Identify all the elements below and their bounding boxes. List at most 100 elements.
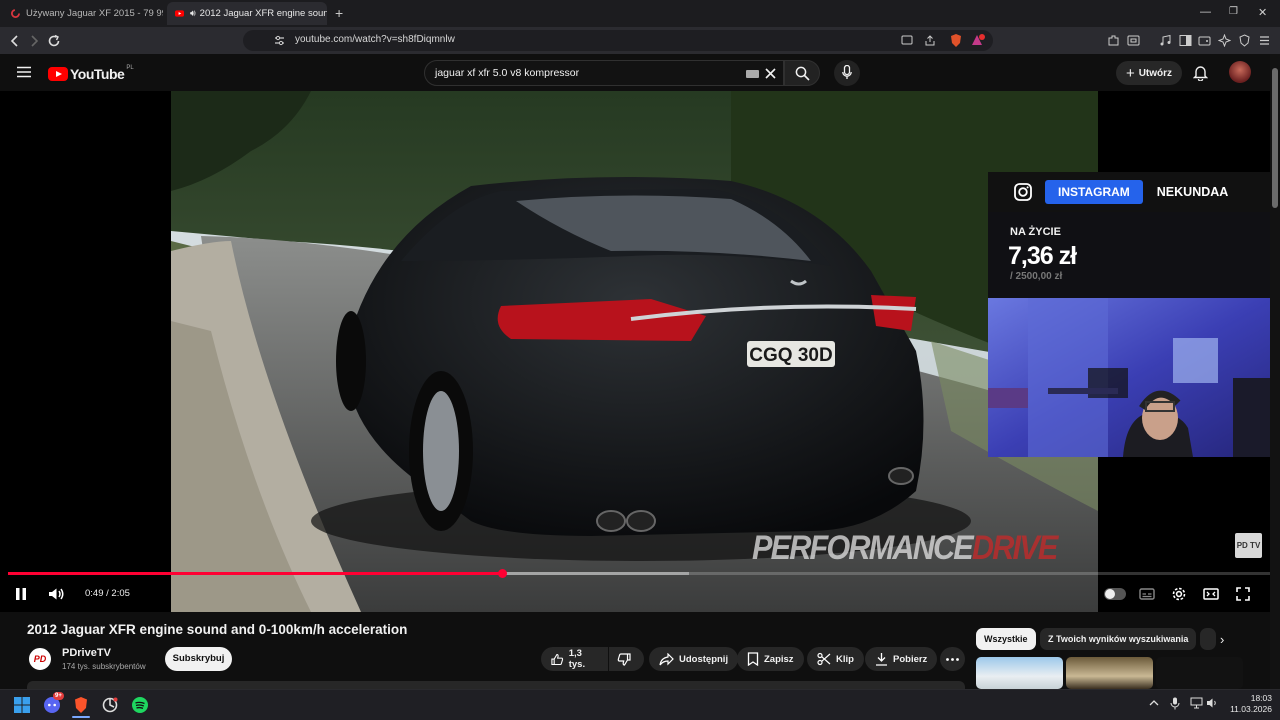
windows-taskbar: [0, 689, 1280, 720]
instagram-label: INSTAGRAM: [1045, 180, 1143, 204]
extensions-icon[interactable]: [1107, 34, 1120, 47]
donation-amount: 7,36 zł: [1008, 242, 1077, 270]
channel-name[interactable]: PDriveTV: [62, 647, 111, 659]
clear-search-icon[interactable]: [765, 68, 776, 79]
microphone-icon: [842, 65, 852, 79]
sidebar-icon[interactable]: [1179, 34, 1192, 47]
restore-icon[interactable]: ❐: [1229, 6, 1238, 17]
download-button[interactable]: Pobierz: [865, 647, 938, 671]
url-text: youtube.com/watch?v=sh8fDiqmnlw: [295, 34, 455, 45]
clock-time: 18:03: [1250, 693, 1272, 703]
download-label: Pobierz: [893, 653, 928, 665]
search-button[interactable]: [784, 60, 820, 86]
volume-icon[interactable]: [47, 585, 65, 603]
chevron-right-icon[interactable]: ›: [1220, 632, 1224, 647]
thumbs-down-icon: [617, 652, 631, 666]
spotify-icon[interactable]: [130, 695, 150, 715]
steelseries-icon[interactable]: [100, 695, 120, 715]
new-tab-button[interactable]: +: [335, 5, 343, 21]
instagram-username: NEKUNDAA: [1156, 185, 1229, 199]
browser-toolbar: youtube.com/watch?v=sh8fDiqmnlw: [0, 27, 1280, 54]
chip-all[interactable]: Wszystkie: [976, 628, 1036, 650]
donation-goal-widget: NA ŻYCIE 7,36 zł / 2500,00 zł: [988, 212, 1270, 298]
cast-icon[interactable]: [901, 35, 913, 46]
theater-mode-icon[interactable]: [1202, 585, 1220, 603]
share-button[interactable]: Udostępnij: [649, 647, 739, 671]
browser-tab-youtube-video[interactable]: 🔊︎ 2012 Jaguar XFR engine sound ✕: [167, 2, 327, 25]
brave-rewards-icon[interactable]: [970, 33, 986, 48]
channel-avatar[interactable]: PD: [27, 646, 53, 672]
tray-overflow-chevron-icon[interactable]: [1149, 699, 1159, 707]
reload-icon[interactable]: [45, 32, 63, 50]
autoplay-toggle[interactable]: [1104, 588, 1126, 600]
dislike-button[interactable]: [609, 647, 644, 671]
back-icon[interactable]: [6, 32, 24, 50]
keyboard-icon[interactable]: [746, 70, 759, 78]
search-input[interactable]: jaguar xf xfr 5.0 v8 kompressor: [424, 60, 784, 86]
settings-gear-icon[interactable]: [1170, 585, 1188, 603]
speaker-icon[interactable]: 🔊︎: [190, 8, 196, 19]
time-display[interactable]: 0:49 / 2:05: [77, 583, 138, 604]
like-button[interactable]: 1,3 tys.: [541, 647, 608, 671]
create-button[interactable]: + Utwórz: [1116, 61, 1182, 85]
page-scrollbar[interactable]: [1270, 54, 1280, 689]
forward-icon[interactable]: [25, 32, 43, 50]
scrollbar-thumb[interactable]: [1272, 68, 1278, 208]
donation-label: NA ŻYCIE: [1010, 226, 1061, 238]
performancedrive-watermark: PERFORMANCEDRIVE: [752, 529, 1058, 568]
save-label: Zapisz: [764, 653, 794, 665]
brave-shields-icon[interactable]: [949, 33, 963, 48]
menu-icon[interactable]: [1258, 34, 1271, 47]
more-actions-button[interactable]: [940, 647, 965, 671]
address-bar[interactable]: youtube.com/watch?v=sh8fDiqmnlw: [243, 30, 993, 51]
screenshot-icon[interactable]: [1127, 34, 1140, 47]
recommended-thumbnail[interactable]: [976, 657, 1063, 689]
description-box[interactable]: [27, 681, 965, 689]
network-icon[interactable]: [1190, 697, 1203, 709]
volume-tray-icon[interactable]: [1206, 697, 1219, 709]
brave-browser-icon[interactable]: [71, 695, 91, 715]
youtube-logo[interactable]: YouTube PL: [48, 65, 134, 82]
recommended-thumbnail[interactable]: [1156, 657, 1243, 689]
brand-perf: PERFORMANCE: [752, 529, 974, 567]
video-player[interactable]: CGQ 30D PERFORMANCEDRIVE INSTAGRAM NEKUN…: [0, 91, 1270, 612]
instagram-bar: INSTAGRAM NEKUNDAA: [988, 172, 1270, 212]
chip-from-search[interactable]: Z Twoich wyników wyszukiwania: [1040, 628, 1197, 650]
clip-button[interactable]: Klip: [807, 647, 864, 671]
wallet-icon[interactable]: [1198, 34, 1211, 47]
channel-watermark[interactable]: PD TV: [1235, 533, 1262, 558]
donation-goal: / 2500,00 zł: [1010, 271, 1063, 282]
chip-next-partial[interactable]: [1200, 628, 1216, 650]
like-count: 1,3 tys.: [568, 648, 586, 670]
subtitles-icon[interactable]: [1138, 585, 1156, 603]
system-clock[interactable]: 18:03 11.03.2026: [1220, 693, 1272, 715]
subscribe-button[interactable]: Subskrybuj: [165, 647, 232, 671]
voice-search-button[interactable]: [834, 60, 860, 86]
notifications-bell-icon[interactable]: [1193, 65, 1208, 81]
scissors-icon: [817, 652, 831, 666]
minimize-icon[interactable]: —: [1200, 6, 1211, 18]
pause-icon[interactable]: [12, 585, 30, 603]
media-icon[interactable]: [1159, 34, 1172, 47]
windows-start-icon[interactable]: [12, 695, 32, 715]
youtube-favicon-icon: [175, 10, 184, 17]
site-settings-icon[interactable]: [274, 35, 285, 46]
search-query: jaguar xf xfr 5.0 v8 kompressor: [435, 67, 580, 79]
browser-tab-jaguar-listing[interactable]: Używany Jaguar XF 2015 - 79 999 PLN: [3, 2, 163, 25]
account-avatar[interactable]: [1229, 61, 1251, 83]
fullscreen-icon[interactable]: [1234, 585, 1252, 603]
share-page-icon[interactable]: [924, 35, 936, 46]
otomoto-favicon-icon: [11, 9, 20, 18]
clock-date: 11.03.2026: [1230, 704, 1272, 714]
discord-badge: 9+: [53, 692, 64, 700]
recommended-thumbnail[interactable]: [1066, 657, 1153, 689]
hamburger-menu-icon[interactable]: [17, 66, 31, 78]
leo-ai-icon[interactable]: [1218, 34, 1231, 47]
tray-microphone-icon[interactable]: [1170, 697, 1180, 710]
vpn-shield-icon[interactable]: [1238, 34, 1251, 47]
save-button[interactable]: Zapisz: [737, 647, 804, 671]
brand-drive: DRIVE: [971, 529, 1058, 567]
close-window-icon[interactable]: ✕: [1258, 6, 1267, 19]
streamer-webcam: [988, 298, 1270, 457]
youtube-play-logo-icon: [48, 67, 68, 81]
